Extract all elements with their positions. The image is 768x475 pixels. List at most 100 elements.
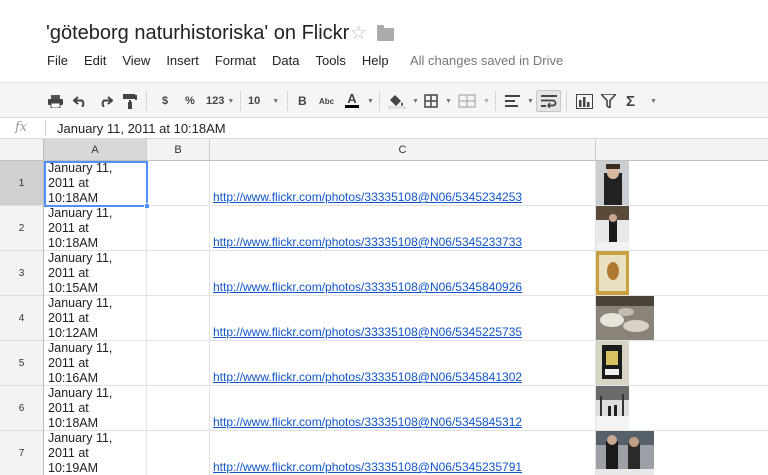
cell-c-link[interactable]: http://www.flickr.com/photos/33335108@N0… <box>210 386 596 431</box>
menu-view[interactable]: View <box>122 53 150 71</box>
menu-edit[interactable]: Edit <box>84 53 106 71</box>
spreadsheet-grid: A B C 1 January 11, 2011 at 10:18AM http://w… <box>0 139 768 475</box>
functions-icon[interactable]: Σ <box>626 92 635 110</box>
number-format-dropdown[interactable]: 123 ▼ <box>206 92 234 110</box>
row-header[interactable]: 7 <box>0 431 44 475</box>
column-header-c[interactable]: C <box>210 139 596 161</box>
row-header[interactable]: 1 <box>0 161 44 206</box>
cell-b[interactable] <box>147 206 210 251</box>
photo-thumbnail <box>596 251 629 295</box>
cell-a-date[interactable]: January 11, 2011 at 10:16AM <box>44 341 147 386</box>
menu-insert[interactable]: Insert <box>166 53 199 71</box>
cell-d-image[interactable] <box>596 161 768 206</box>
star-icon[interactable]: ☆ <box>350 22 367 45</box>
formula-input[interactable]: January 11, 2011 at 10:18AM <box>57 121 226 136</box>
cell-c-link[interactable]: http://www.flickr.com/photos/33335108@N0… <box>210 341 596 386</box>
cell-b[interactable] <box>147 386 210 431</box>
cell-d-image[interactable] <box>596 431 768 475</box>
cell-a-line: January 11, <box>48 206 113 220</box>
column-header-a[interactable]: A <box>44 139 147 161</box>
number-format-label: 123 <box>206 95 225 107</box>
cell-a-date[interactable]: January 11, 2011 at 10:19AM <box>44 431 147 475</box>
photo-link[interactable]: http://www.flickr.com/photos/33335108@N0… <box>213 190 522 204</box>
cell-c-link[interactable]: http://www.flickr.com/photos/33335108@N0… <box>210 296 596 341</box>
photo-link[interactable]: http://www.flickr.com/photos/33335108@N0… <box>213 415 522 429</box>
filter-icon[interactable] <box>601 92 616 110</box>
row-header[interactable]: 3 <box>0 251 44 296</box>
cell-a-line: January 11, <box>48 341 113 355</box>
bold-button[interactable]: B <box>298 92 307 110</box>
cell-d-image[interactable] <box>596 206 768 251</box>
document-title[interactable]: 'göteborg naturhistoriska' on Flickr <box>46 22 349 45</box>
cell-d-image[interactable] <box>596 251 768 296</box>
menu-help[interactable]: Help <box>362 53 389 71</box>
cell-b[interactable] <box>147 431 210 475</box>
menu-tools[interactable]: Tools <box>315 53 345 71</box>
currency-button[interactable]: $ <box>162 92 168 110</box>
percent-button[interactable]: % <box>185 92 195 110</box>
font-size-dropdown[interactable]: 10 ▼ <box>248 92 279 110</box>
column-header-d[interactable] <box>596 139 768 161</box>
save-status: All changes saved in Drive <box>410 53 564 68</box>
chevron-down-icon[interactable]: ▼ <box>480 92 490 110</box>
chevron-down-icon[interactable]: ▼ <box>409 92 419 110</box>
cell-a-line: January 11, <box>48 251 113 265</box>
cell-a-line: 10:18AM <box>48 236 99 250</box>
cell-b[interactable] <box>147 251 210 296</box>
formula-bar: fx January 11, 2011 at 10:18AM <box>0 118 768 139</box>
chart-icon[interactable] <box>576 92 593 110</box>
undo-icon[interactable] <box>73 92 88 110</box>
print-icon[interactable] <box>48 92 63 110</box>
cell-a-date[interactable]: January 11, 2011 at 10:18AM <box>44 386 147 431</box>
cell-a-date[interactable]: January 11, 2011 at 10:12AM <box>44 296 147 341</box>
chevron-down-icon[interactable]: ▼ <box>364 92 374 110</box>
cell-c-link[interactable]: http://www.flickr.com/photos/33335108@N0… <box>210 161 596 206</box>
cell-a-line: 10:18AM <box>48 191 99 205</box>
row-header[interactable]: 4 <box>0 296 44 341</box>
borders-icon[interactable] <box>424 92 438 110</box>
row-header[interactable]: 6 <box>0 386 44 431</box>
cell-a-line: 10:18AM <box>48 416 99 430</box>
cell-c-link[interactable]: http://www.flickr.com/photos/33335108@N0… <box>210 206 596 251</box>
text-color-button[interactable]: A <box>345 92 359 110</box>
photo-link[interactable]: http://www.flickr.com/photos/33335108@N0… <box>213 460 522 474</box>
strikethrough-button[interactable]: Abc <box>319 92 334 110</box>
row-header[interactable]: 2 <box>0 206 44 251</box>
cell-a-line: 2011 at <box>48 176 89 190</box>
cell-a-line: January 11, <box>48 431 113 445</box>
paint-format-icon[interactable] <box>123 92 137 110</box>
cell-d-image[interactable] <box>596 386 768 431</box>
photo-link[interactable]: http://www.flickr.com/photos/33335108@N0… <box>213 235 522 249</box>
cell-a-date[interactable]: January 11, 2011 at 10:15AM <box>44 251 147 296</box>
menu-data[interactable]: Data <box>272 53 299 71</box>
fill-color-icon[interactable] <box>388 92 406 110</box>
cell-c-link[interactable]: http://www.flickr.com/photos/33335108@N0… <box>210 251 596 296</box>
cell-c-link[interactable]: http://www.flickr.com/photos/33335108@N0… <box>210 431 596 475</box>
cell-a-line: 2011 at <box>48 401 89 415</box>
fill-handle[interactable] <box>144 203 150 209</box>
photo-link[interactable]: http://www.flickr.com/photos/33335108@N0… <box>213 280 522 294</box>
menu-file[interactable]: File <box>47 53 68 71</box>
column-header-b[interactable]: B <box>147 139 210 161</box>
photo-link[interactable]: http://www.flickr.com/photos/33335108@N0… <box>213 370 522 384</box>
cell-b[interactable] <box>147 341 210 386</box>
menu-format[interactable]: Format <box>215 53 256 71</box>
chevron-down-icon[interactable]: ▼ <box>442 92 452 110</box>
photo-link[interactable]: http://www.flickr.com/photos/33335108@N0… <box>213 325 522 339</box>
merge-cells-icon[interactable] <box>458 92 476 110</box>
row-header[interactable]: 5 <box>0 341 44 386</box>
chevron-down-icon[interactable]: ▼ <box>647 92 657 110</box>
cell-b[interactable] <box>147 296 210 341</box>
cell-a-date[interactable]: January 11, 2011 at 10:18AM <box>44 161 147 206</box>
select-all-corner[interactable] <box>0 139 44 161</box>
folder-icon[interactable] <box>377 25 394 41</box>
redo-icon[interactable] <box>98 92 113 110</box>
chevron-down-icon[interactable]: ▼ <box>524 92 534 110</box>
align-left-icon[interactable] <box>505 92 520 110</box>
cell-d-image[interactable] <box>596 341 768 386</box>
cell-a-date[interactable]: January 11, 2011 at 10:18AM <box>44 206 147 251</box>
wrap-text-icon[interactable] <box>536 90 561 112</box>
cell-d-image[interactable] <box>596 296 768 341</box>
cell-a-line: January 11, <box>48 296 113 310</box>
cell-b[interactable] <box>147 161 210 206</box>
